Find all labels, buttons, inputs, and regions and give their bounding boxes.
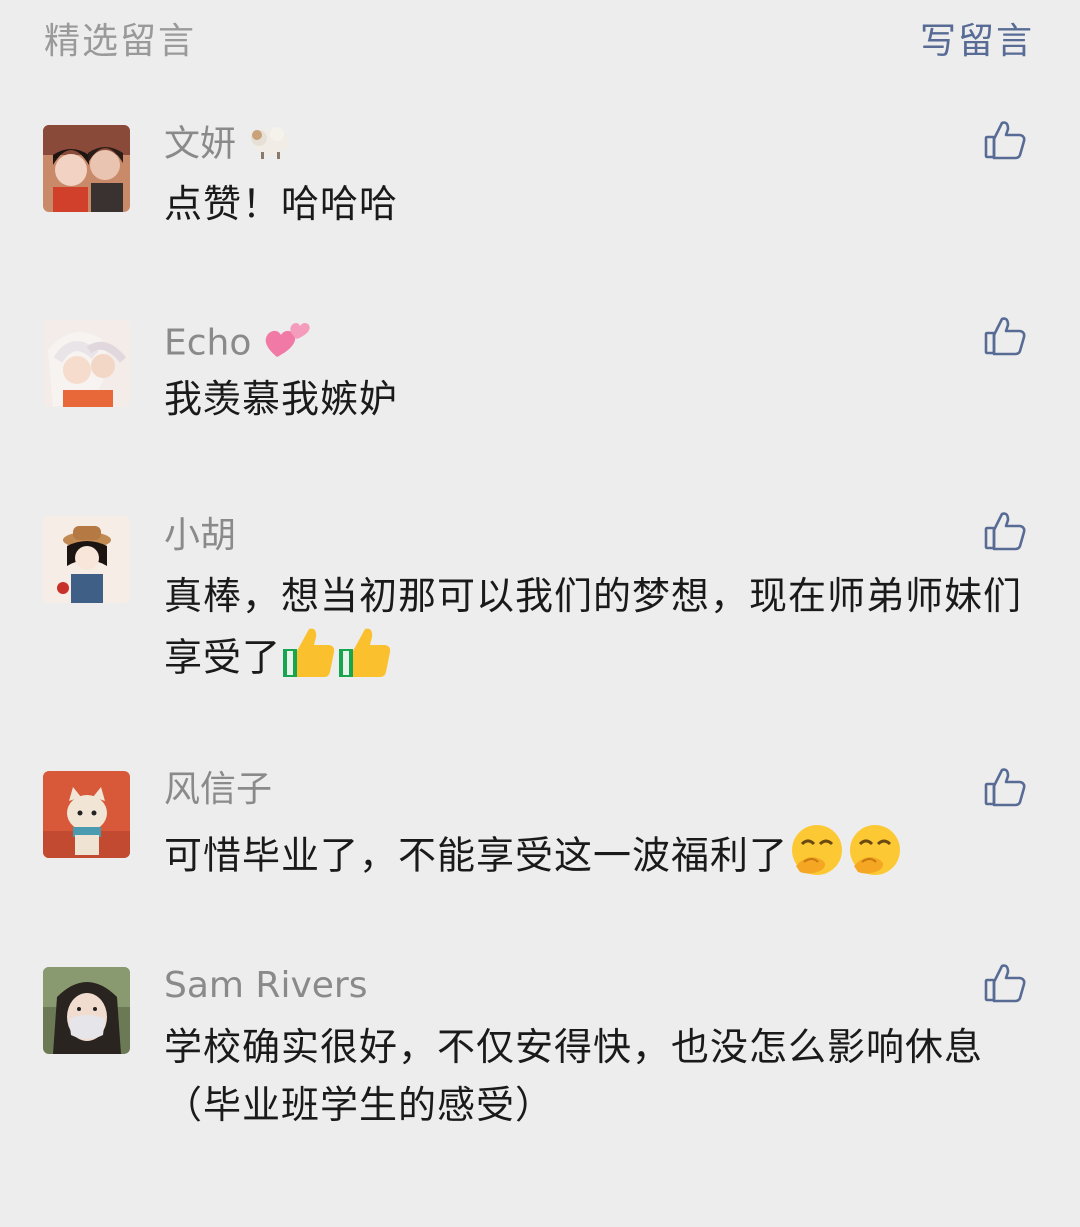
comment-text: 真棒，想当初那可以我们的梦想，现在师弟师妹们享受了 xyxy=(164,567,1024,695)
avatar[interactable] xyxy=(43,967,130,1054)
thumbs-up-icon xyxy=(337,625,393,695)
like-icon[interactable] xyxy=(982,117,1028,163)
two-hearts-icon xyxy=(263,317,313,372)
header-title: 精选留言 xyxy=(44,21,197,62)
comment-text: 我羡慕我嫉妒 xyxy=(164,377,399,421)
avatar[interactable] xyxy=(43,320,130,407)
avatar[interactable] xyxy=(43,516,130,603)
like-icon[interactable] xyxy=(982,508,1028,554)
like-icon[interactable] xyxy=(982,764,1028,810)
hmm-face-icon xyxy=(788,822,846,894)
like-icon[interactable] xyxy=(982,313,1028,359)
write-comment-button[interactable]: 写留言 xyxy=(920,12,1034,64)
comment-text: 点赞！哈哈哈 xyxy=(164,182,399,226)
nickname: Sam Rivers xyxy=(164,965,368,1006)
comment-text: 学校确实很好，不仅安得快，也没怎么影响休息（毕业班学生的感受） xyxy=(164,1025,984,1127)
avatar[interactable] xyxy=(43,125,130,212)
avatar[interactable] xyxy=(43,771,130,858)
comment-text: 可惜毕业了，不能享受这一波福利了 xyxy=(164,822,1024,894)
sheep-icon xyxy=(247,120,293,171)
nickname: 风信子 xyxy=(164,769,273,810)
nickname: 文妍 xyxy=(164,123,237,165)
nickname: Echo xyxy=(164,322,252,364)
hmm-face-icon xyxy=(846,822,904,894)
thumbs-up-icon xyxy=(281,625,337,695)
nickname: 小胡 xyxy=(164,515,237,556)
like-icon[interactable] xyxy=(982,960,1028,1006)
